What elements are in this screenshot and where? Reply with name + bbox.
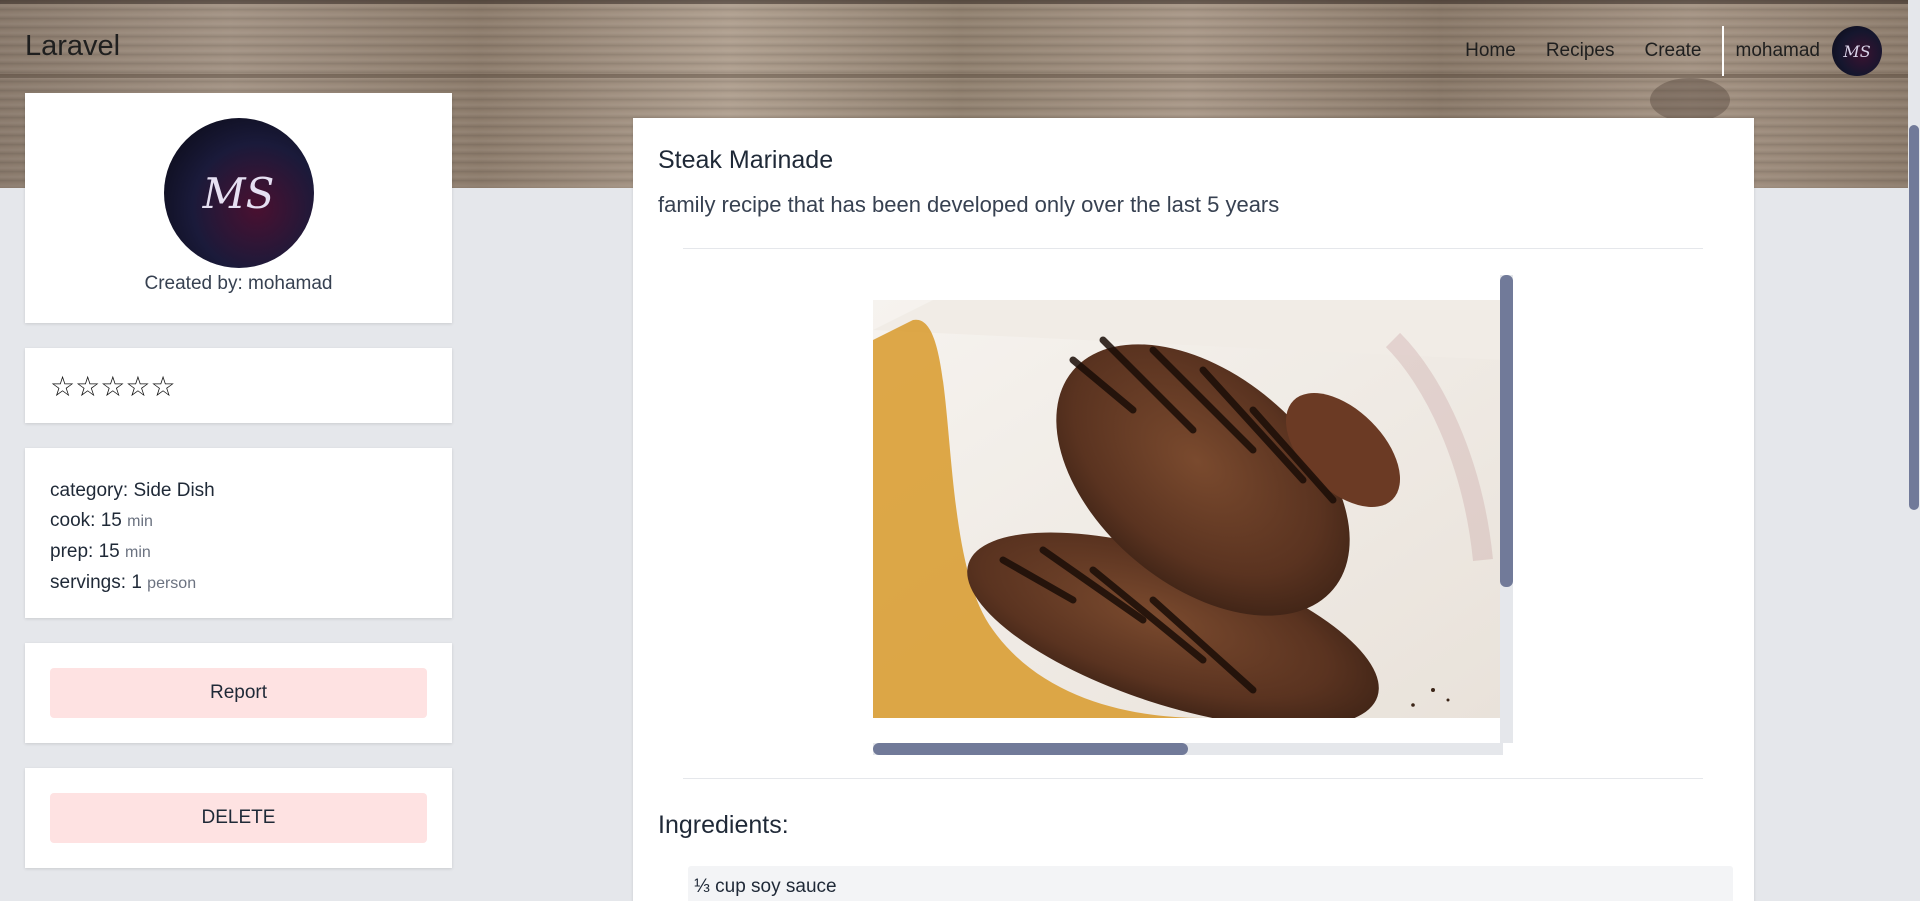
prep-line: prep: 15 min (50, 537, 427, 568)
servings-unit: person (147, 575, 197, 592)
star-icon-5[interactable]: ☆ (150, 371, 175, 402)
cook-label: cook: (50, 510, 96, 531)
ingredient-item: ⅓ cup soy sauce (688, 866, 1733, 901)
steak-image (873, 300, 1503, 718)
servings-line: servings: 1 person (50, 568, 427, 599)
image-vertical-scrollbar-thumb[interactable] (1500, 275, 1513, 587)
recipe-card: Steak Marinade family recipe that has be… (633, 118, 1754, 901)
brand-link[interactable]: Laravel (25, 30, 120, 63)
star-icon-1[interactable]: ☆ (50, 371, 75, 402)
nav-avatar[interactable]: MS (1832, 26, 1882, 76)
report-card: Report (25, 643, 452, 743)
recipe-image-scroll-area[interactable] (873, 300, 1503, 718)
main-nav: Home Recipes Create mohamad MS (1435, 26, 1882, 76)
author-card: MS Created by: mohamad (25, 93, 452, 323)
divider-top (683, 248, 1703, 249)
recipe-info-card: category: Side Dish cook: 15 min prep: 1… (25, 448, 452, 618)
nav-recipes[interactable]: Recipes (1546, 40, 1615, 62)
star-icon-3[interactable]: ☆ (100, 371, 125, 402)
delete-card: DELETE (25, 768, 452, 868)
category-value: Side Dish (133, 480, 215, 501)
nav-create[interactable]: Create (1644, 40, 1701, 62)
cook-unit: min (127, 513, 153, 530)
star-icon-4[interactable]: ☆ (125, 371, 150, 402)
recipe-title: Steak Marinade (658, 146, 834, 174)
category-label: category: (50, 480, 129, 501)
delete-button[interactable]: DELETE (50, 793, 427, 843)
prep-value: 15 (98, 541, 120, 562)
category-line: category: Side Dish (50, 476, 427, 506)
ingredients-heading: Ingredients: (658, 811, 789, 839)
top-edge (0, 0, 1920, 4)
rating-card: ☆☆☆☆☆ (25, 348, 452, 423)
prep-unit: min (125, 544, 151, 561)
author-avatar: MS (163, 118, 314, 268)
cook-value: 15 (100, 510, 122, 531)
created-by-text: Created by: mohamad (144, 273, 333, 294)
servings-label: servings: (50, 572, 127, 593)
cook-line: cook: 15 min (50, 506, 427, 537)
wood-knot (1650, 78, 1730, 122)
image-horizontal-scrollbar-thumb[interactable] (873, 743, 1188, 755)
servings-value: 1 (131, 572, 142, 593)
report-button[interactable]: Report (50, 668, 427, 718)
divider-bottom (683, 778, 1703, 779)
nav-user-name[interactable]: mohamad (1736, 40, 1821, 62)
nav-home[interactable]: Home (1465, 40, 1516, 62)
star-icon-2[interactable]: ☆ (75, 371, 100, 402)
page-scrollbar-thumb[interactable] (1909, 125, 1919, 510)
prep-label: prep: (50, 541, 94, 562)
recipe-description: family recipe that has been developed on… (658, 192, 1280, 217)
nav-divider (1721, 26, 1724, 76)
star-rating: ☆☆☆☆☆ (50, 370, 427, 403)
